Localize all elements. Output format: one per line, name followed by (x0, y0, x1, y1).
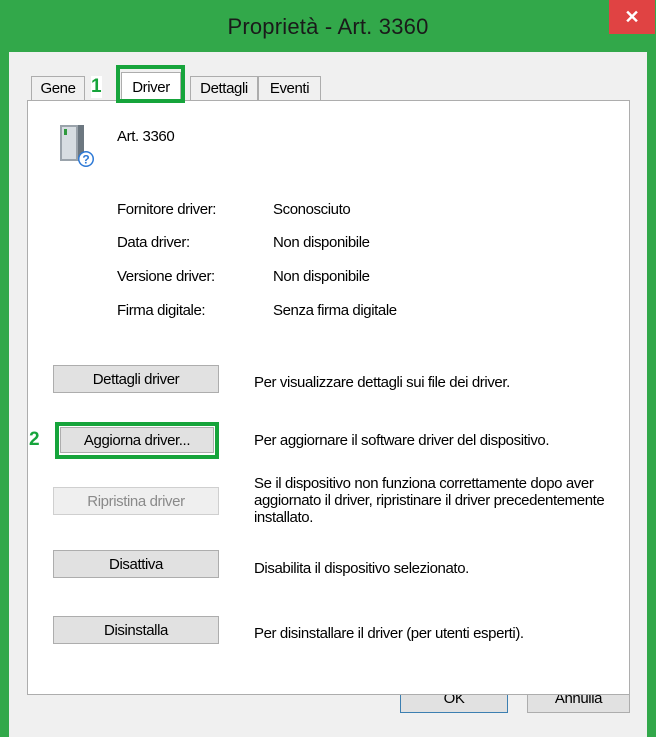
action-description: Per disinstallare il driver (per utenti … (254, 625, 524, 642)
tab-general[interactable]: Gene (31, 76, 85, 100)
tab-events[interactable]: Eventi (258, 76, 321, 100)
property-label: Data driver: (117, 234, 190, 251)
property-value: Non disponibile (273, 234, 370, 251)
device-unknown-icon: ? (60, 125, 94, 167)
property-value: Senza firma digitale (273, 302, 397, 319)
properties-window: Proprietà - Art. 3360 ✕ Gene Driver Dett… (0, 0, 656, 737)
dialog-body: Gene Driver Dettagli Eventi 1 ? Art. 336… (9, 52, 647, 737)
property-label: Fornitore driver: (117, 201, 217, 218)
action-description: Se il dispositivo non funziona correttam… (254, 475, 605, 526)
device-name: Art. 3360 (117, 128, 175, 145)
property-value: Sconosciuto (273, 201, 351, 218)
action-description: Per aggiornare il software driver del di… (254, 432, 550, 449)
title-bar[interactable]: Proprietà - Art. 3360 ✕ (0, 0, 656, 52)
action-description: Per visualizzare dettagli sui file dei d… (254, 374, 510, 391)
window-title: Proprietà - Art. 3360 (227, 14, 429, 39)
property-value: Non disponibile (273, 268, 370, 285)
action-description: Disabilita il dispositivo selezionato. (254, 560, 469, 577)
property-label: Versione driver: (117, 268, 215, 285)
property-label: Firma digitale: (117, 302, 206, 319)
uninstall-driver-button[interactable]: Disinstalla (53, 616, 219, 644)
tab-details[interactable]: Dettagli (190, 76, 258, 100)
close-icon: ✕ (624, 6, 640, 27)
rollback-driver-button[interactable]: Ripristina driver (53, 487, 219, 515)
callout-number-1: 1 (91, 76, 102, 98)
driver-tab-highlight (116, 65, 185, 103)
update-driver-highlight (55, 422, 219, 459)
driver-tab-panel (27, 100, 630, 695)
close-button[interactable]: ✕ (609, 0, 655, 34)
callout-number-2: 2 (29, 429, 40, 451)
svg-text:?: ? (82, 153, 89, 167)
driver-details-button[interactable]: Dettagli driver (53, 365, 219, 393)
disable-device-button[interactable]: Disattiva (53, 550, 219, 578)
